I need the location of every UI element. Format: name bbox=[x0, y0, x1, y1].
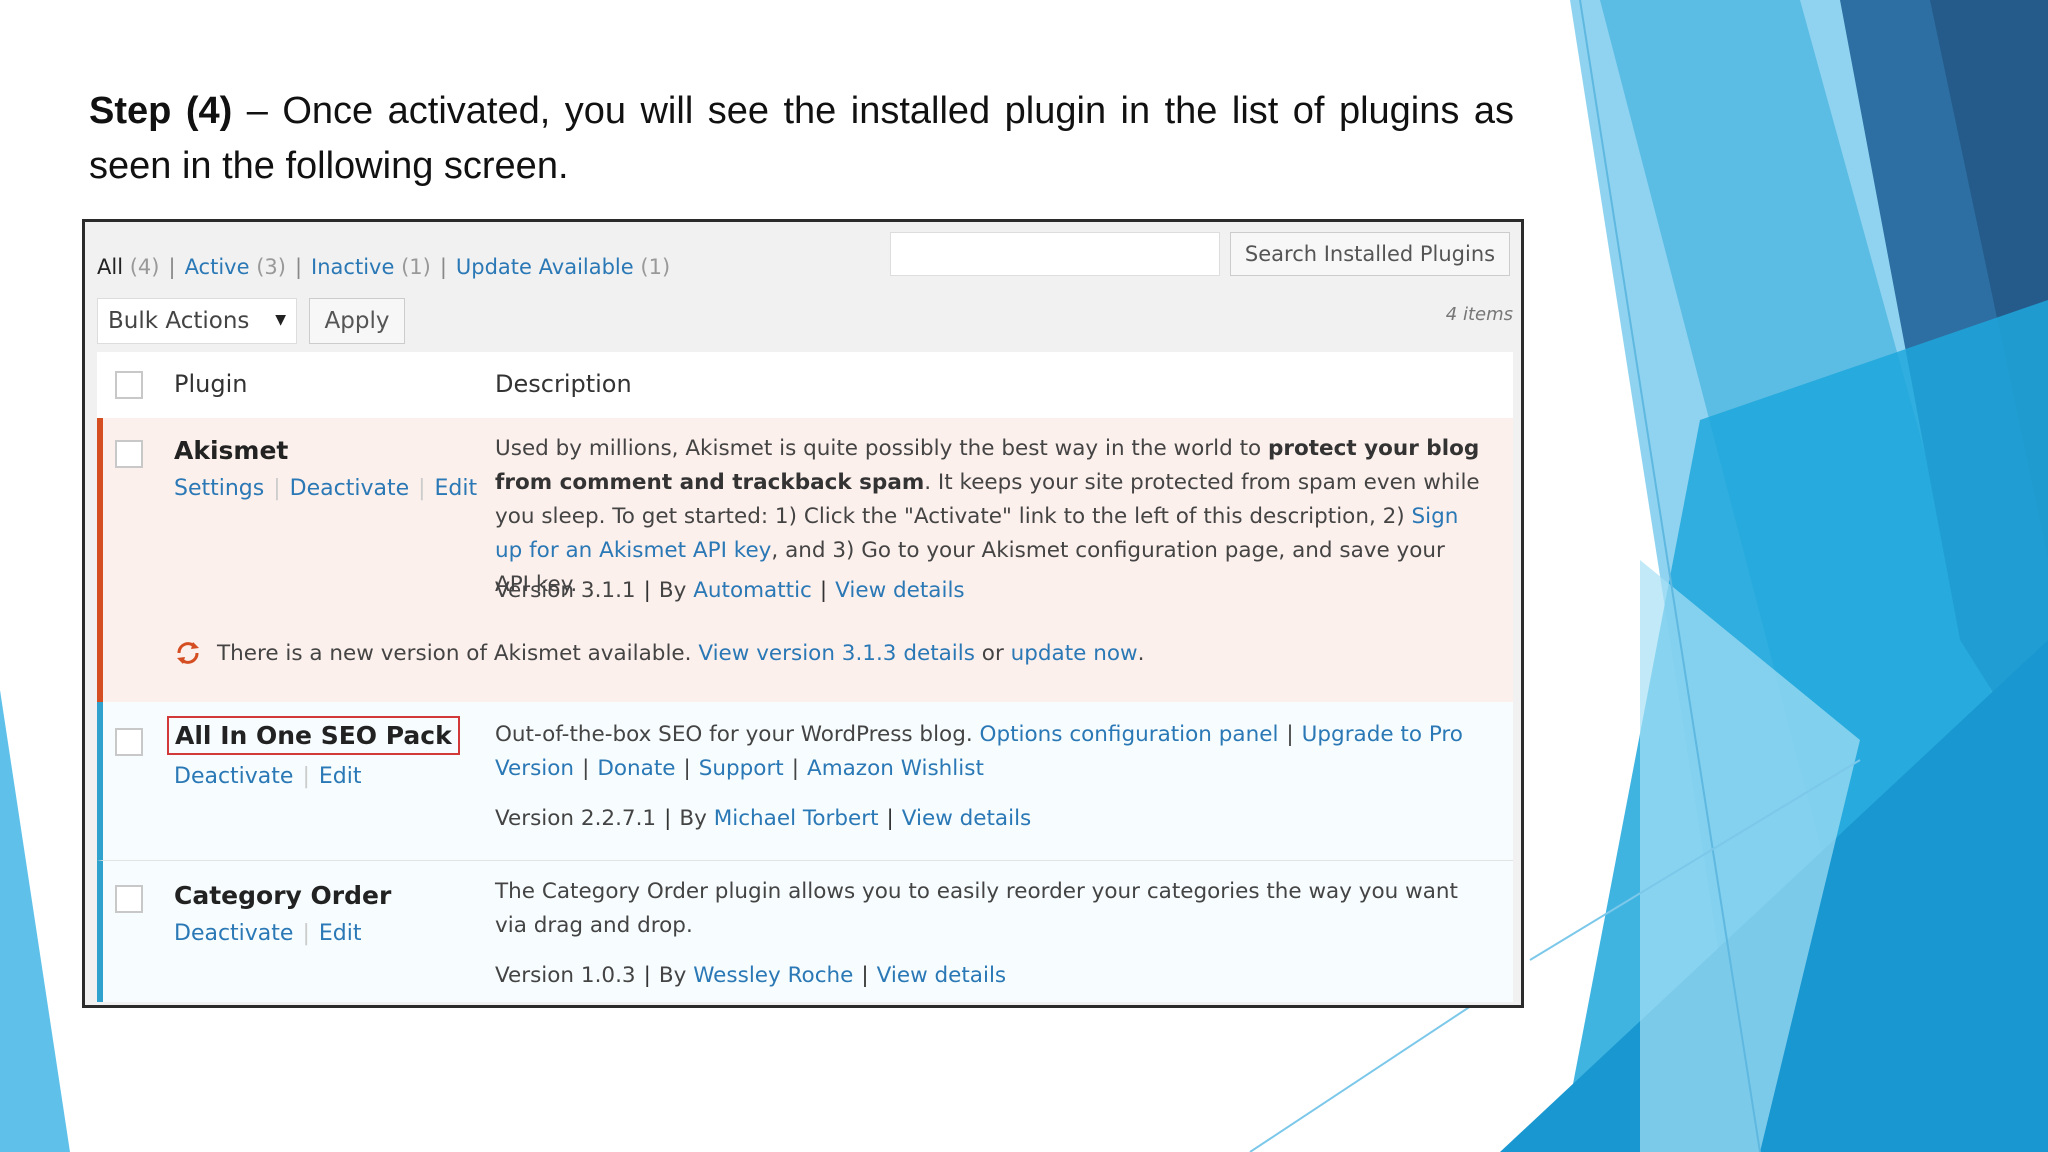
view-version-details-link[interactable]: View version 3.1.3 details bbox=[698, 641, 975, 666]
step-label: Step (4) bbox=[89, 90, 233, 132]
update-now-link[interactable]: update now bbox=[1011, 641, 1138, 666]
update-refresh-icon bbox=[177, 642, 199, 664]
search-installed-plugins-button[interactable]: Search Installed Plugins bbox=[1230, 232, 1510, 276]
apply-button[interactable]: Apply bbox=[309, 298, 405, 344]
caret-down-icon: ▼ bbox=[275, 312, 286, 328]
amazon-wishlist-link[interactable]: Amazon Wishlist bbox=[807, 756, 984, 781]
bulk-actions-select[interactable]: Bulk Actions ▼ bbox=[97, 298, 297, 344]
settings-link[interactable]: Settings bbox=[174, 476, 264, 501]
plugin-meta: Version 3.1.1 | By Automattic | View details bbox=[495, 578, 965, 603]
plugin-description: Out-of-the-box SEO for your WordPress bl… bbox=[495, 722, 1463, 781]
plugin-description: Used by millions, Akismet is quite possi… bbox=[495, 436, 1480, 597]
step-instruction: Step (4) – Once activated, you will see … bbox=[89, 84, 1514, 194]
plugin-row-category-order: Category Order Deactivate | Edit The Categ… bbox=[97, 860, 1513, 1002]
donate-link[interactable]: Donate bbox=[597, 756, 675, 781]
item-count: 4 items bbox=[1445, 304, 1513, 325]
select-all-checkbox[interactable] bbox=[115, 371, 143, 399]
edit-link[interactable]: Edit bbox=[435, 476, 478, 501]
options-panel-link[interactable]: Options configuration panel bbox=[980, 722, 1279, 747]
view-details-link[interactable]: View details bbox=[902, 806, 1031, 831]
filter-update-available[interactable]: Update Available (1) bbox=[456, 255, 670, 279]
plugin-name: Category Order bbox=[174, 881, 392, 910]
plugin-actions: Deactivate | Edit bbox=[174, 764, 362, 789]
plugins-screenshot: All (4) | Active (3) | Inactive (1) | Update A… bbox=[82, 219, 1524, 1008]
plugin-actions: Settings | Deactivate | Edit bbox=[174, 476, 478, 501]
deactivate-link[interactable]: Deactivate bbox=[290, 476, 409, 501]
plugin-description: The Category Order plugin allows you to … bbox=[495, 879, 1458, 938]
edit-link[interactable]: Edit bbox=[319, 764, 362, 789]
plugin-checkbox[interactable] bbox=[115, 728, 143, 756]
plugin-checkbox[interactable] bbox=[115, 885, 143, 913]
plugin-row-akismet: Akismet Settings | Deactivate | Edit Used by… bbox=[97, 418, 1513, 702]
filter-all[interactable]: All (4) bbox=[97, 255, 159, 279]
update-notice: There is a new version of Akismet availa… bbox=[175, 640, 1144, 666]
plugin-name: Akismet bbox=[174, 436, 289, 465]
deactivate-link[interactable]: Deactivate bbox=[174, 764, 293, 789]
bulk-actions-value: Bulk Actions bbox=[108, 308, 250, 334]
plugin-actions: Deactivate | Edit bbox=[174, 921, 362, 946]
author-link[interactable]: Automattic bbox=[693, 578, 812, 603]
filter-active[interactable]: Active (3) bbox=[185, 255, 286, 279]
plugin-row-all-in-one-seo-pack: All In One SEO Pack Deactivate | Edit Out-… bbox=[97, 702, 1513, 860]
plugin-status-filters: All (4) | Active (3) | Inactive (1) | Update A… bbox=[97, 255, 671, 279]
edit-link[interactable]: Edit bbox=[319, 921, 362, 946]
plugin-meta: Version 2.2.7.1 | By Michael Torbert | View … bbox=[495, 806, 1032, 831]
plugin-checkbox[interactable] bbox=[115, 440, 143, 468]
step-text: – Once activated, you will see the insta… bbox=[89, 90, 1514, 187]
support-link[interactable]: Support bbox=[699, 756, 784, 781]
plugins-table: Plugin Description Akismet Settings | Deac… bbox=[97, 352, 1513, 1002]
author-link[interactable]: Wessley Roche bbox=[693, 963, 853, 988]
column-header-description: Description bbox=[495, 370, 632, 398]
deactivate-link[interactable]: Deactivate bbox=[174, 921, 293, 946]
filter-inactive[interactable]: Inactive (1) bbox=[311, 255, 431, 279]
view-details-link[interactable]: View details bbox=[835, 578, 964, 603]
plugin-meta: Version 1.0.3 | By Wessley Roche | View deta… bbox=[495, 963, 1007, 988]
author-link[interactable]: Michael Torbert bbox=[714, 806, 879, 831]
plugin-name: All In One SEO Pack bbox=[167, 716, 460, 755]
search-plugins-input[interactable] bbox=[890, 232, 1220, 276]
column-header-plugin: Plugin bbox=[174, 370, 248, 398]
table-header: Plugin Description bbox=[97, 352, 1513, 419]
view-details-link[interactable]: View details bbox=[877, 963, 1006, 988]
